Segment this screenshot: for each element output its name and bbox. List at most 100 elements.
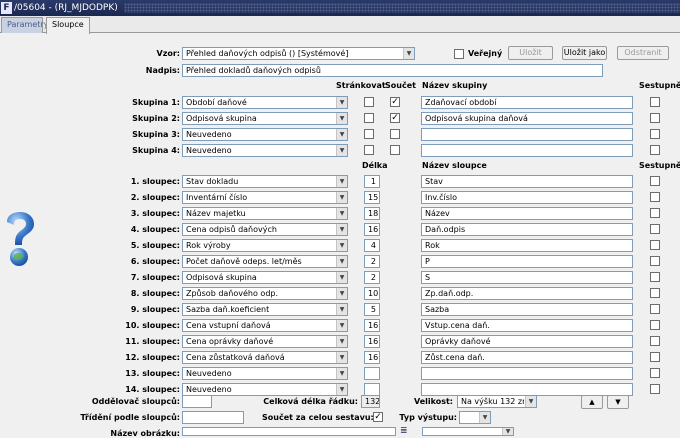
column-name-input[interactable]: [421, 367, 633, 380]
group-select[interactable]: Období daňové ▼: [182, 96, 348, 109]
group-name-input[interactable]: Zdaňovací období: [421, 96, 633, 109]
column-name-input[interactable]: Inv.číslo: [421, 191, 633, 204]
group-value: Odpisová skupina: [186, 114, 257, 123]
soucet-checkbox[interactable]: ✓: [390, 113, 400, 123]
column-length-input[interactable]: 15: [364, 191, 380, 204]
column-name-input[interactable]: Zůst.cena daň.: [421, 351, 633, 364]
sestupne-checkbox[interactable]: [650, 240, 660, 250]
strankovat-checkbox[interactable]: [364, 97, 374, 107]
group-name-input[interactable]: [421, 144, 633, 157]
column-select[interactable]: Rok výroby ▼: [182, 239, 348, 252]
group-select[interactable]: Neuvedeno ▼: [182, 144, 348, 157]
oddelovac-input[interactable]: [182, 395, 212, 408]
soucet-checkbox[interactable]: ✓: [390, 97, 400, 107]
column-select[interactable]: Cena oprávky daňové ▼: [182, 335, 348, 348]
column-length-input[interactable]: [364, 367, 380, 380]
group-name-input[interactable]: Odpisová skupina daňová: [421, 112, 633, 125]
sestupne-checkbox[interactable]: [650, 352, 660, 362]
column-label: 6. sloupec:: [130, 257, 180, 266]
move-down-button[interactable]: ▼: [607, 395, 629, 409]
typ-vystupu-select[interactable]: ▼: [459, 411, 491, 424]
column-name-input[interactable]: Stav: [421, 175, 633, 188]
sestupne-checkbox[interactable]: [650, 113, 660, 123]
column-select[interactable]: Počet daňově odeps. let/měs ▼: [182, 255, 348, 268]
vzor-select[interactable]: Přehled daňových odpisů () [Systémové] ▼: [182, 47, 415, 60]
column-length-input[interactable]: 2: [364, 271, 380, 284]
column-name-input[interactable]: Název: [421, 207, 633, 220]
column-name-input[interactable]: P: [421, 255, 633, 268]
column-value: Cena zůstatková daňová: [186, 353, 285, 362]
column-select[interactable]: Název majetku ▼: [182, 207, 348, 220]
column-label: 13. sloupec:: [125, 369, 180, 378]
sestupne-checkbox[interactable]: [650, 288, 660, 298]
column-select[interactable]: Cena vstupní daňová ▼: [182, 319, 348, 332]
sestupne-checkbox[interactable]: [650, 320, 660, 330]
sestupne-checkbox[interactable]: [650, 272, 660, 282]
group-select[interactable]: Odpisová skupina ▼: [182, 112, 348, 125]
sestupne-checkbox[interactable]: [650, 224, 660, 234]
sestupne-checkbox[interactable]: [650, 129, 660, 139]
column-length-input[interactable]: 16: [364, 335, 380, 348]
column-length-input[interactable]: 10: [364, 287, 380, 300]
sestupne-checkbox[interactable]: [650, 192, 660, 202]
sestupne-checkbox[interactable]: [650, 145, 660, 155]
column-name-input[interactable]: Zp.daň.odp.: [421, 287, 633, 300]
ulozit-button[interactable]: Uložit: [508, 46, 553, 60]
column-select[interactable]: Cena zůstatková daňová ▼: [182, 351, 348, 364]
column-name-input[interactable]: Sazba: [421, 303, 633, 316]
move-up-button[interactable]: ▲: [581, 395, 603, 409]
nadpis-input[interactable]: Přehled dokladů daňových odpisů: [182, 64, 603, 77]
column-length-input[interactable]: 4: [364, 239, 380, 252]
column-length-input[interactable]: 18: [364, 207, 380, 220]
column-select[interactable]: Odpisová skupina ▼: [182, 271, 348, 284]
column-name-input[interactable]: S: [421, 271, 633, 284]
tab-sloupce[interactable]: Sloupce: [46, 17, 90, 34]
soucet-checkbox[interactable]: [390, 145, 400, 155]
sestupne-checkbox[interactable]: [650, 256, 660, 266]
odstranit-button[interactable]: Odstranit: [617, 46, 669, 60]
chevron-down-icon: ▼: [336, 336, 347, 347]
column-length-input[interactable]: 2: [364, 255, 380, 268]
column-select[interactable]: Způsob daňového odp. ▼: [182, 287, 348, 300]
obrazek-select[interactable]: ▼: [422, 427, 514, 436]
sestupne-checkbox[interactable]: [650, 368, 660, 378]
sestupne-checkbox[interactable]: [650, 208, 660, 218]
column-value: Rok výroby: [186, 241, 231, 250]
column-length-input[interactable]: 16: [364, 223, 380, 236]
column-length-input[interactable]: 16: [364, 351, 380, 364]
sestupne-checkbox[interactable]: [650, 336, 660, 346]
help-icon[interactable]: [3, 212, 37, 268]
sestupne-checkbox[interactable]: [650, 176, 660, 186]
column-name-input[interactable]: Daň.odpis: [421, 223, 633, 236]
nadpis-label: Nadpis:: [145, 66, 180, 75]
strankovat-checkbox[interactable]: [364, 129, 374, 139]
strankovat-checkbox[interactable]: [364, 145, 374, 155]
soucet-checkbox[interactable]: [390, 129, 400, 139]
column-name-input[interactable]: Oprávky daňové: [421, 335, 633, 348]
ulozit-jako-button[interactable]: Uložit jako: [562, 46, 607, 60]
chevron-down-icon: ▼: [336, 113, 347, 124]
sestupne-checkbox[interactable]: [650, 384, 660, 394]
column-name-input[interactable]: Vstup.cena daň.: [421, 319, 633, 332]
column-length-input[interactable]: 5: [364, 303, 380, 316]
trideni-input[interactable]: [182, 411, 244, 424]
sestupne-checkbox[interactable]: [650, 97, 660, 107]
column-select[interactable]: Inventární číslo ▼: [182, 191, 348, 204]
column-select[interactable]: Stav dokladu ▼: [182, 175, 348, 188]
group-name-input[interactable]: [421, 128, 633, 141]
sestupne-checkbox[interactable]: [650, 304, 660, 314]
velikost-select[interactable]: Na výšku 132 zn. ▼: [457, 395, 537, 408]
column-length-input[interactable]: 16: [364, 319, 380, 332]
verejny-checkbox[interactable]: [454, 49, 464, 59]
column-select[interactable]: Neuvedeno ▼: [182, 367, 348, 380]
nazev-obrazku-input[interactable]: [182, 427, 396, 436]
soucet-celou-checkbox[interactable]: ✓: [373, 412, 383, 422]
tab-parametry[interactable]: Parametry: [1, 17, 48, 33]
column-select[interactable]: Cena odpisů daňových ▼: [182, 223, 348, 236]
column-select[interactable]: Sazba daň.koeficient ▼: [182, 303, 348, 316]
column-length-input[interactable]: 1: [364, 175, 380, 188]
group-select[interactable]: Neuvedeno ▼: [182, 128, 348, 141]
list-icon[interactable]: ≣: [400, 427, 409, 436]
strankovat-checkbox[interactable]: [364, 113, 374, 123]
column-name-input[interactable]: Rok: [421, 239, 633, 252]
